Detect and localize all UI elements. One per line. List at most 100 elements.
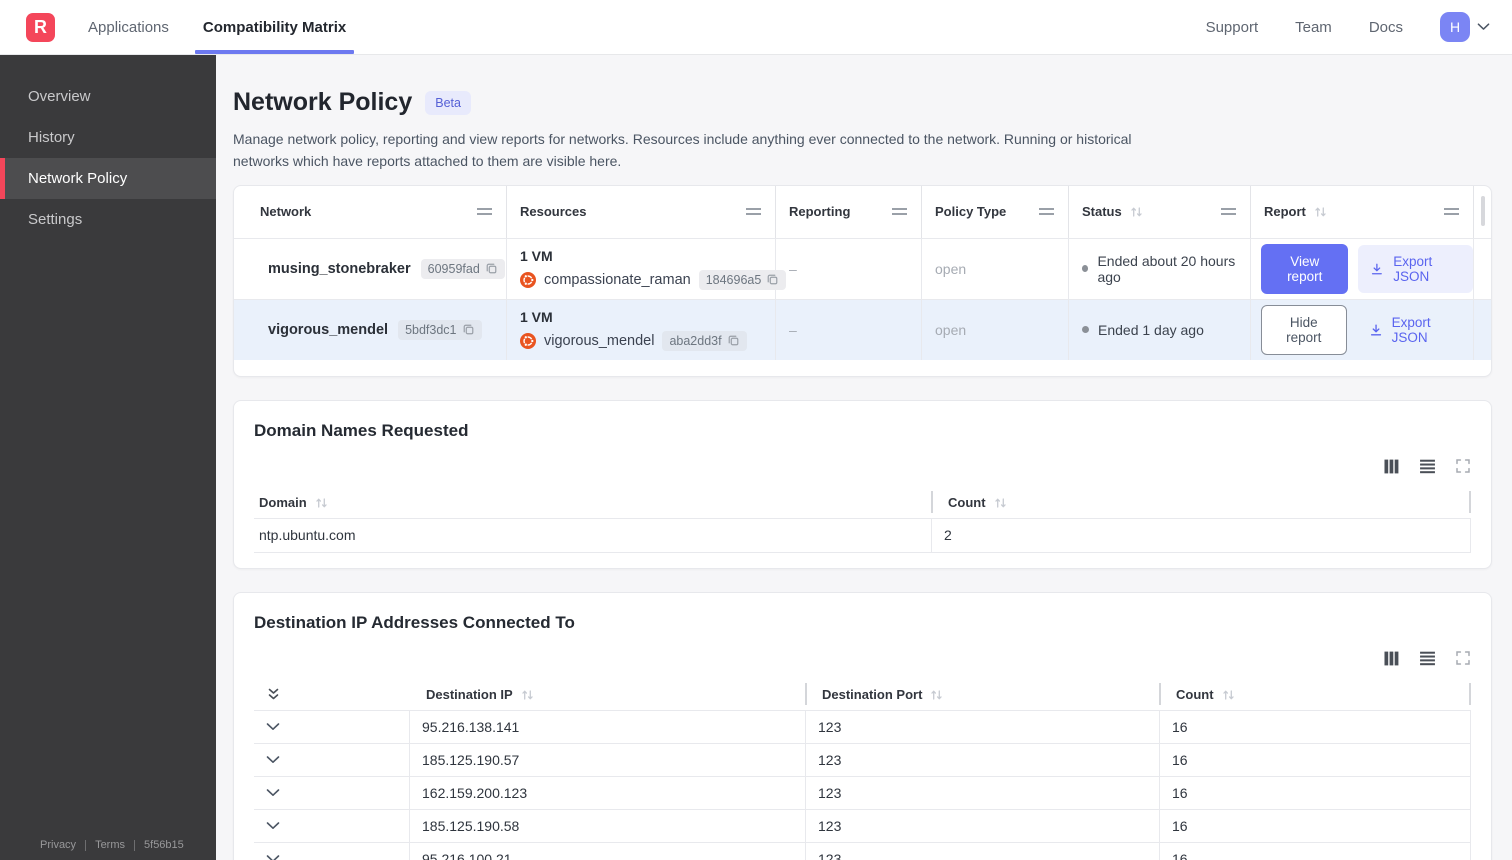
sidebar-item-network-policy[interactable]: Network Policy	[0, 158, 216, 199]
column-header-destination-port[interactable]: Destination Port	[805, 680, 1159, 710]
column-header-count[interactable]: Count	[931, 488, 1471, 518]
network-row: musing_stonebraker 60959fad 1 VM compass…	[234, 237, 1491, 299]
destination-port-cell: 123	[805, 775, 1159, 809]
chevron-down-icon	[1477, 23, 1490, 31]
status-text: Ended 1 day ago	[1098, 321, 1204, 338]
nav-link-team[interactable]: Team	[1295, 19, 1332, 36]
expand-row-toggle[interactable]	[254, 775, 409, 809]
resources-cell: 1 VM vigorous_mendel aba2dd3f	[507, 298, 776, 360]
rows-icon[interactable]	[1419, 458, 1436, 475]
table-scrollbar[interactable]	[1481, 195, 1485, 226]
networks-card: Network Resources Reporting Policy Type …	[233, 184, 1492, 377]
status-text: Ended about 20 hours ago	[1097, 252, 1236, 285]
chevron-down-icon[interactable]	[266, 855, 280, 860]
avatar[interactable]: H	[1440, 12, 1470, 42]
primary-tabs: Applications Compatibility Matrix	[88, 1, 355, 54]
resource-count: 1 VM	[520, 308, 553, 325]
nav-link-docs[interactable]: Docs	[1369, 19, 1403, 36]
expand-row-toggle[interactable]	[254, 742, 409, 776]
page-title: Network Policy	[233, 88, 413, 116]
main-content: Network Policy Beta Manage network polic…	[216, 55, 1512, 860]
drag-handle-icon[interactable]	[1039, 208, 1054, 216]
expand-row-toggle[interactable]	[254, 709, 409, 743]
version-hash: 5f56b15	[144, 839, 184, 851]
table-gutter	[1474, 298, 1491, 360]
column-header-report[interactable]: Report	[1251, 185, 1474, 238]
sort-arrows-icon[interactable]	[521, 689, 534, 701]
sort-arrows-icon[interactable]	[994, 497, 1007, 509]
sort-arrows-icon[interactable]	[1130, 206, 1143, 218]
sidebar-item-history[interactable]: History	[0, 117, 216, 158]
columns-icon[interactable]	[1383, 650, 1400, 667]
drag-handle-icon[interactable]	[746, 208, 761, 216]
report-cell: Hide report Export JSON	[1251, 298, 1474, 360]
account-menu[interactable]: H	[1440, 12, 1490, 42]
r-logo[interactable]: R	[26, 13, 55, 42]
chevron-down-icon[interactable]	[266, 822, 280, 830]
copy-icon[interactable]	[727, 334, 740, 347]
export-json-button[interactable]: Export JSON	[1357, 306, 1473, 354]
copy-icon[interactable]	[462, 323, 475, 336]
chevron-down-icon[interactable]	[266, 756, 280, 764]
status-cell: Ended 1 day ago	[1069, 298, 1251, 360]
network-id-badge: 5bdf3dc1	[398, 319, 482, 340]
export-json-button[interactable]: Export JSON	[1358, 244, 1473, 293]
destination-port-cell: 123	[805, 709, 1159, 743]
hide-report-button[interactable]: Hide report	[1261, 304, 1347, 355]
top-navbar: R Applications Compatibility Matrix Supp…	[0, 0, 1512, 55]
expand-icon[interactable]	[1455, 458, 1471, 474]
sidebar: Overview History Network Policy Settings…	[0, 55, 216, 860]
sidebar-item-settings[interactable]: Settings	[0, 199, 216, 240]
report-cell: View report Export JSON	[1251, 237, 1474, 299]
drag-handle-icon[interactable]	[892, 208, 907, 216]
destination-ip-cell: 185.125.190.57	[409, 742, 805, 776]
rows-icon[interactable]	[1419, 650, 1436, 667]
resource-id-badge: aba2dd3f	[662, 330, 747, 351]
network-name: musing_stonebraker	[268, 260, 411, 277]
sort-arrows-icon[interactable]	[930, 689, 943, 701]
page-description: Manage network policy, reporting and vie…	[233, 131, 1132, 170]
download-icon	[1370, 261, 1384, 277]
policy-type-cell: open	[922, 237, 1069, 299]
resources-cell: 1 VM compassionate_raman 184696a5	[507, 237, 787, 299]
columns-icon[interactable]	[1383, 458, 1400, 475]
tab-compatibility-matrix[interactable]: Compatibility Matrix	[194, 1, 355, 54]
policy-type-cell: open	[922, 298, 1069, 360]
sidebar-nav: Overview History Network Policy Settings	[0, 76, 216, 240]
expand-row-toggle[interactable]	[254, 808, 409, 842]
privacy-link[interactable]: Privacy	[40, 839, 76, 851]
chevron-down-icon[interactable]	[266, 789, 280, 797]
ip-row: 95.216.138.141 123 16	[254, 709, 1471, 743]
terms-link[interactable]: Terms	[95, 839, 125, 851]
count-cell: 16	[1159, 742, 1471, 776]
count-cell: 16	[1159, 841, 1471, 860]
column-header-destination-ip[interactable]: Destination IP	[409, 680, 805, 710]
destination-ips-card: Destination IP Addresses Connected To De…	[233, 591, 1492, 860]
nav-link-support[interactable]: Support	[1206, 19, 1259, 36]
column-header-count[interactable]: Count	[1159, 680, 1471, 710]
drag-handle-icon[interactable]	[1444, 208, 1459, 216]
destination-port-cell: 123	[805, 742, 1159, 776]
drag-handle-icon[interactable]	[1221, 208, 1236, 216]
drag-handle-icon[interactable]	[477, 208, 492, 216]
nav-right: Support Team Docs H	[1206, 12, 1512, 42]
sidebar-item-overview[interactable]: Overview	[0, 76, 216, 117]
column-header-resources: Resources	[507, 185, 776, 238]
double-chevron-down-icon[interactable]	[266, 688, 281, 701]
chevron-down-icon[interactable]	[266, 723, 280, 731]
reporting-cell: –	[776, 298, 922, 360]
sort-arrows-icon[interactable]	[315, 497, 328, 509]
network-name-cell: vigorous_mendel 5bdf3dc1	[234, 298, 507, 360]
column-header-status[interactable]: Status	[1069, 185, 1251, 238]
status-dot	[1082, 326, 1089, 334]
view-report-button[interactable]: View report	[1261, 243, 1349, 294]
column-header-domain[interactable]: Domain	[254, 488, 931, 518]
expand-icon[interactable]	[1455, 650, 1471, 666]
expand-all-rows[interactable]	[254, 680, 409, 710]
expand-row-toggle[interactable]	[254, 841, 409, 860]
tab-applications[interactable]: Applications	[88, 1, 169, 54]
sort-arrows-icon[interactable]	[1222, 689, 1235, 701]
copy-icon[interactable]	[485, 262, 498, 275]
ip-row: 162.159.200.123 123 16	[254, 775, 1471, 809]
sort-arrows-icon[interactable]	[1314, 206, 1327, 218]
